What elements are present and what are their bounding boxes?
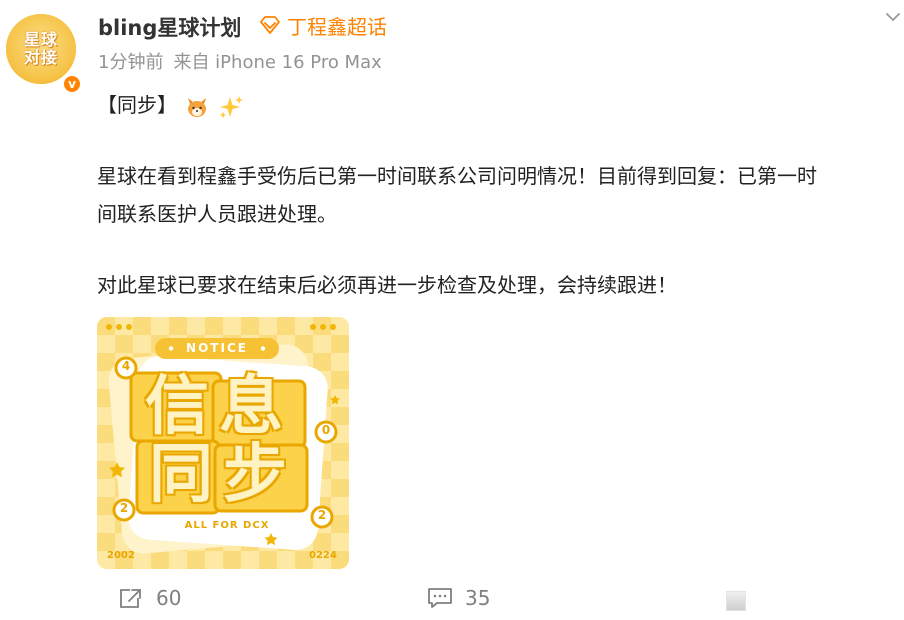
post-image-notice[interactable]: NOTICE 信息 同步 ALL FOR DCX 4 0 2 2 2002 02… [97,317,349,569]
notice-digit-2-left: 2 [119,501,129,515]
notice-badge: NOTICE [186,341,248,355]
notice-year: 2002 [107,550,135,561]
post-tag-line: 【同步】 [97,88,244,122]
sparkles-emoji-icon [219,95,243,118]
supertopic-link[interactable]: 丁程鑫超话 [259,12,387,39]
repost-button[interactable]: 60 [118,586,181,610]
notice-title-line2: 同步 [149,438,297,512]
verified-badge-icon: v [62,74,82,94]
supertopic-label: 丁程鑫超话 [287,14,387,39]
comment-button[interactable]: 35 [427,586,490,610]
notice-digit-0: 0 [321,423,331,437]
tag-text: 【同步】 [97,93,177,117]
post-paragraph-2: 对此星球已要求在结束后必须再进一步检查及处理，会持续跟进！ [97,273,677,297]
notice-date: 0224 [309,550,337,561]
notice-digit-2-right: 2 [317,508,327,522]
author-name[interactable]: bling星球计划 [98,12,241,42]
repost-count: 60 [156,586,182,610]
notice-digit-4: 4 [121,359,131,373]
avatar-text-line2: 对接 [23,48,58,67]
fox-emoji-icon [188,97,207,117]
chevron-down-icon[interactable] [884,8,902,26]
comment-icon [428,588,452,608]
notice-title-line1: 信息 [145,370,293,444]
post-time[interactable]: 1分钟前 [98,52,163,73]
avatar-text-line1: 星球 [23,30,58,49]
post-paragraph-1-line-2: 间联系医护人员跟进处理。 [97,202,337,226]
like-icon[interactable] [726,591,746,611]
notice-subtitle: ALL FOR DCX [184,520,270,531]
post-paragraph-1-line-1: 星球在看到程鑫手受伤后已第一时间联系公司问明情况！目前得到回复：已第一时 [97,164,817,188]
post-meta: 1分钟前 来自 iPhone 16 Pro Max [98,48,392,74]
repost-icon [120,589,141,608]
post-source: 来自 iPhone 16 Pro Max [173,52,382,73]
avatar-image: 星球 对接 [6,14,76,84]
avatar[interactable]: 星球 对接 v [6,14,82,94]
supertopic-diamond-icon [260,16,280,34]
comment-count: 35 [465,586,491,610]
